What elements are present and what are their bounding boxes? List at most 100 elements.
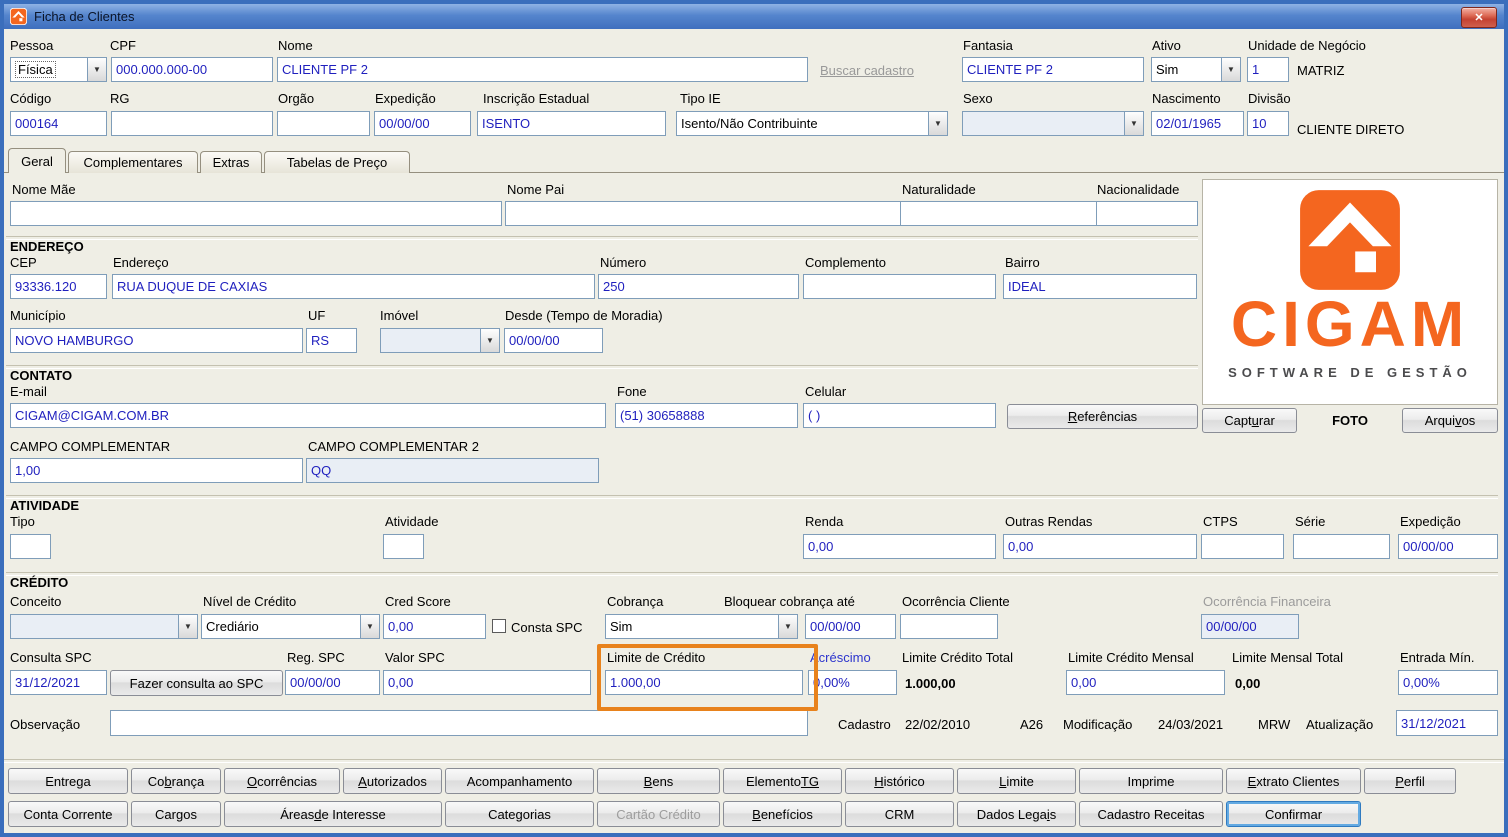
nome-input[interactable] bbox=[277, 57, 808, 82]
nivel-credito-select[interactable]: Crediário ▼ bbox=[201, 614, 380, 639]
endereco-input[interactable] bbox=[112, 274, 595, 299]
tab-geral[interactable]: Geral bbox=[8, 148, 66, 173]
tab-extras[interactable]: Extras bbox=[200, 151, 262, 173]
chevron-down-icon[interactable]: ▼ bbox=[1124, 112, 1143, 135]
fantasia-input[interactable] bbox=[962, 57, 1144, 82]
fazer-consulta-spc-button[interactable]: Fazer consulta ao SPC bbox=[110, 670, 283, 696]
close-button[interactable]: ✕ bbox=[1461, 7, 1497, 28]
desde-input[interactable] bbox=[504, 328, 603, 353]
pessoa-select[interactable]: Física ▼ bbox=[10, 57, 107, 82]
inscricao-estadual-input[interactable] bbox=[477, 111, 666, 136]
divisao-input[interactable] bbox=[1247, 111, 1289, 136]
perfil-button[interactable]: Perfil bbox=[1364, 768, 1456, 794]
nacionalidade-input[interactable] bbox=[1096, 201, 1198, 226]
renda-input[interactable] bbox=[803, 534, 996, 559]
categorias-button[interactable]: Categorias bbox=[445, 801, 594, 827]
crm-button[interactable]: CRM bbox=[845, 801, 954, 827]
cep-input[interactable] bbox=[10, 274, 107, 299]
uf-input[interactable] bbox=[306, 328, 357, 353]
cobranca-select[interactable]: Sim ▼ bbox=[605, 614, 798, 639]
tipo-ie-select[interactable]: Isento/Não Contribuinte ▼ bbox=[676, 111, 948, 136]
rg-input[interactable] bbox=[111, 111, 273, 136]
tab-tabelas-de-preco[interactable]: Tabelas de Preço bbox=[264, 151, 410, 173]
extrato-clientes-button[interactable]: Extrato Clientes bbox=[1226, 768, 1361, 794]
chevron-down-icon[interactable]: ▼ bbox=[178, 615, 197, 638]
capturar-button[interactable]: Capt u rar bbox=[1202, 408, 1297, 433]
ocorrencia-cliente-input[interactable] bbox=[900, 614, 998, 639]
chevron-down-icon[interactable]: ▼ bbox=[928, 112, 947, 135]
observacao-input[interactable] bbox=[110, 710, 808, 736]
atualizacao-input[interactable] bbox=[1396, 710, 1498, 736]
conceito-value bbox=[11, 615, 178, 638]
ctps-input[interactable] bbox=[1201, 534, 1284, 559]
naturalidade-input[interactable] bbox=[900, 201, 1097, 226]
bloquear-cobranca-input[interactable] bbox=[805, 614, 896, 639]
imovel-label: Imóvel bbox=[380, 308, 419, 323]
imovel-select[interactable]: ▼ bbox=[380, 328, 500, 353]
chevron-down-icon[interactable]: ▼ bbox=[778, 615, 797, 638]
unidade-negocio-input[interactable] bbox=[1247, 57, 1289, 82]
campo-complementar-input[interactable] bbox=[10, 458, 303, 483]
tipo-input[interactable] bbox=[10, 534, 51, 559]
nascimento-input[interactable] bbox=[1151, 111, 1244, 136]
chevron-down-icon[interactable]: ▼ bbox=[360, 615, 379, 638]
atividade-input[interactable] bbox=[383, 534, 424, 559]
cargos-button[interactable]: Cargos bbox=[131, 801, 221, 827]
ativo-select[interactable]: Sim ▼ bbox=[1151, 57, 1241, 82]
numero-input[interactable] bbox=[598, 274, 799, 299]
bens-button[interactable]: Bens bbox=[597, 768, 720, 794]
referencias-button[interactable]: Referências bbox=[1007, 404, 1198, 429]
acompanhamento-button[interactable]: Acompanhamento bbox=[445, 768, 594, 794]
historico-button[interactable]: Histórico bbox=[845, 768, 954, 794]
cobranca-button[interactable]: Co b rança bbox=[131, 768, 221, 794]
complemento-input[interactable] bbox=[803, 274, 996, 299]
orgao-input[interactable] bbox=[277, 111, 370, 136]
title-bar[interactable]: Ficha de Clientes ✕ bbox=[4, 4, 1504, 29]
codigo-input[interactable] bbox=[10, 111, 107, 136]
chevron-down-icon[interactable]: ▼ bbox=[1221, 58, 1240, 81]
cadastro-receitas-button[interactable]: Cadastro Receitas bbox=[1079, 801, 1223, 827]
limite-button[interactable]: Limite bbox=[957, 768, 1076, 794]
reg-spc-input[interactable] bbox=[285, 670, 380, 695]
ocorrencias-button[interactable]: Ocorrências bbox=[224, 768, 340, 794]
nome-mae-input[interactable] bbox=[10, 201, 502, 226]
fone-input[interactable] bbox=[615, 403, 798, 428]
cpf-input[interactable] bbox=[111, 57, 273, 82]
elemento-tg-button[interactable]: Elemento TG bbox=[723, 768, 842, 794]
consulta-spc-input[interactable] bbox=[10, 670, 107, 695]
consta-spc-checkbox[interactable] bbox=[492, 619, 506, 633]
outras-rendas-input[interactable] bbox=[1003, 534, 1197, 559]
tab-complementares[interactable]: Complementares bbox=[68, 151, 198, 173]
campo-complementar-2-input[interactable] bbox=[306, 458, 599, 483]
entrada-min-input[interactable] bbox=[1398, 670, 1498, 695]
nome-pai-input[interactable] bbox=[505, 201, 901, 226]
bairro-input[interactable] bbox=[1003, 274, 1197, 299]
municipio-input[interactable] bbox=[10, 328, 303, 353]
confirmar-button[interactable]: Confirmar bbox=[1226, 801, 1361, 827]
email-input[interactable] bbox=[10, 403, 606, 428]
chevron-down-icon[interactable]: ▼ bbox=[87, 58, 106, 81]
serie-input[interactable] bbox=[1293, 534, 1390, 559]
conceito-select[interactable]: ▼ bbox=[10, 614, 198, 639]
valor-spc-input[interactable] bbox=[383, 670, 591, 695]
cred-score-input[interactable] bbox=[383, 614, 486, 639]
beneficios-button[interactable]: Benefícios bbox=[723, 801, 842, 827]
ocorrencia-financeira-input[interactable] bbox=[1201, 614, 1299, 639]
buscar-cadastro-link[interactable]: Buscar cadastro bbox=[820, 63, 914, 78]
expedicao-rg-input[interactable] bbox=[374, 111, 471, 136]
acrescimo-input[interactable] bbox=[808, 670, 897, 695]
chevron-down-icon[interactable]: ▼ bbox=[480, 329, 499, 352]
entrega-button[interactable]: Entrega bbox=[8, 768, 128, 794]
expedicao-ctps-input[interactable] bbox=[1398, 534, 1498, 559]
limite-credito-input[interactable] bbox=[605, 670, 803, 695]
sexo-select[interactable]: ▼ bbox=[962, 111, 1144, 136]
imprime-button[interactable]: Imprime bbox=[1079, 768, 1223, 794]
areas-de-interesse-button[interactable]: Áreas de Interesse bbox=[224, 801, 442, 827]
autorizados-button[interactable]: Autorizados bbox=[343, 768, 442, 794]
celular-input[interactable] bbox=[803, 403, 996, 428]
limite-credito-mensal-input[interactable] bbox=[1066, 670, 1225, 695]
dados-legais-button[interactable]: Dados Lega i s bbox=[957, 801, 1076, 827]
arquivos-button[interactable]: Arqui v os bbox=[1402, 408, 1498, 433]
conta-corrente-button[interactable]: Conta Corrente bbox=[8, 801, 128, 827]
nacionalidade-label: Nacionalidade bbox=[1097, 182, 1180, 197]
